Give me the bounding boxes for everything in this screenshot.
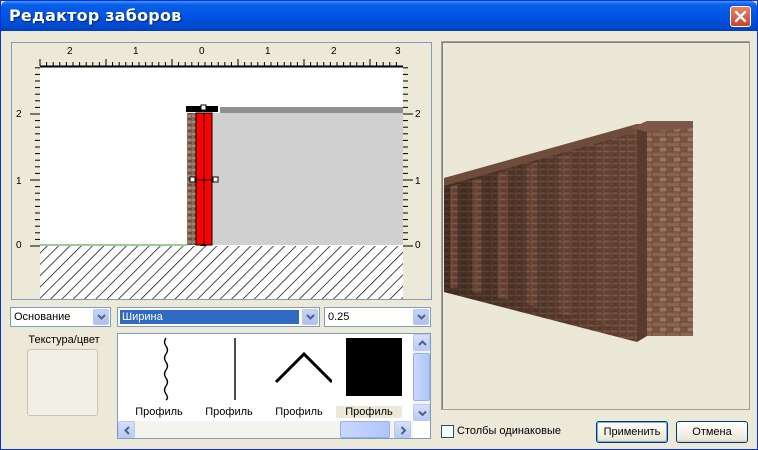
- front-post: [647, 124, 693, 336]
- right-ruler-label: 1: [415, 176, 421, 187]
- close-icon: [734, 10, 747, 23]
- texture-color-swatch[interactable]: [27, 349, 98, 416]
- window-title: Редактор заборов: [9, 6, 182, 25]
- scroll-thumb[interactable]: [340, 421, 390, 438]
- top-ruler-label: 3: [395, 46, 401, 57]
- profile-editor-canvas[interactable]: 2 1 0 1 2 3 2 1 0 2 1 0: [11, 42, 432, 300]
- straight-line-icon: [234, 338, 236, 400]
- chevron-down-icon[interactable]: [93, 309, 109, 325]
- chevron-down-icon[interactable]: [302, 309, 318, 325]
- fence-3d-preview[interactable]: [441, 41, 750, 410]
- fence-cap: [220, 107, 403, 113]
- left-ruler-label: 1: [16, 176, 22, 187]
- cancel-button[interactable]: Отмена: [676, 421, 748, 443]
- identical-posts-label: Столбы одинаковые: [457, 425, 561, 437]
- scroll-down-button[interactable]: [413, 404, 430, 421]
- identical-posts-checkbox[interactable]: [441, 425, 454, 438]
- profile-list[interactable]: Профиль Профиль Профиль Профиль: [117, 333, 431, 439]
- scroll-thumb[interactable]: [413, 353, 430, 401]
- wavy-line-icon: [163, 337, 169, 401]
- right-ruler-label: 2: [415, 109, 421, 120]
- scroll-up-button[interactable]: [413, 334, 430, 351]
- fence-section-shape: [212, 113, 403, 245]
- right-ruler-label: 0: [415, 240, 421, 251]
- chevron-down-icon: [418, 410, 427, 417]
- chevron-right-icon: [400, 426, 407, 435]
- left-ruler-label: 2: [16, 109, 22, 120]
- base-select[interactable]: Основание: [10, 307, 111, 327]
- top-ruler-label: 1: [265, 46, 271, 57]
- value-select[interactable]: 0.25: [324, 307, 431, 327]
- profile-item[interactable]: Профиль: [336, 336, 402, 420]
- texture-label: Текстура/цвет: [28, 334, 100, 346]
- parameter-select[interactable]: Ширина: [117, 307, 320, 327]
- top-ruler-label: 1: [133, 46, 139, 57]
- chevron-up-icon: [418, 340, 427, 346]
- left-ruler-label: 0: [16, 240, 22, 251]
- apply-button[interactable]: Применить: [596, 421, 668, 443]
- top-ruler-label: 2: [331, 46, 337, 57]
- close-button[interactable]: [730, 6, 751, 27]
- ground-hatch: [40, 246, 403, 299]
- front-post-side: [637, 124, 647, 342]
- scroll-right-button[interactable]: [394, 421, 411, 438]
- fence-editor-window: Редактор заборов 2 1 0 1 2 3 2 1 0 2 1 0…: [0, 0, 758, 450]
- top-ruler-label: 0: [199, 46, 205, 57]
- scroll-left-button[interactable]: [118, 421, 135, 438]
- top-ruler: [12, 43, 431, 67]
- profile-list-vscroll[interactable]: [413, 334, 430, 421]
- profile-item[interactable]: Профиль: [266, 336, 332, 420]
- square-fill-icon: [346, 338, 402, 396]
- roof-peak-icon: [274, 351, 332, 384]
- chevron-left-icon: [124, 426, 130, 435]
- title-bar[interactable]: Редактор заборов: [1, 1, 757, 31]
- top-ruler-label: 2: [67, 46, 73, 57]
- profile-list-hscroll[interactable]: [118, 421, 413, 438]
- chevron-down-icon[interactable]: [413, 309, 429, 325]
- profile-item[interactable]: Профиль: [196, 336, 262, 420]
- profile-item[interactable]: Профиль: [126, 336, 192, 420]
